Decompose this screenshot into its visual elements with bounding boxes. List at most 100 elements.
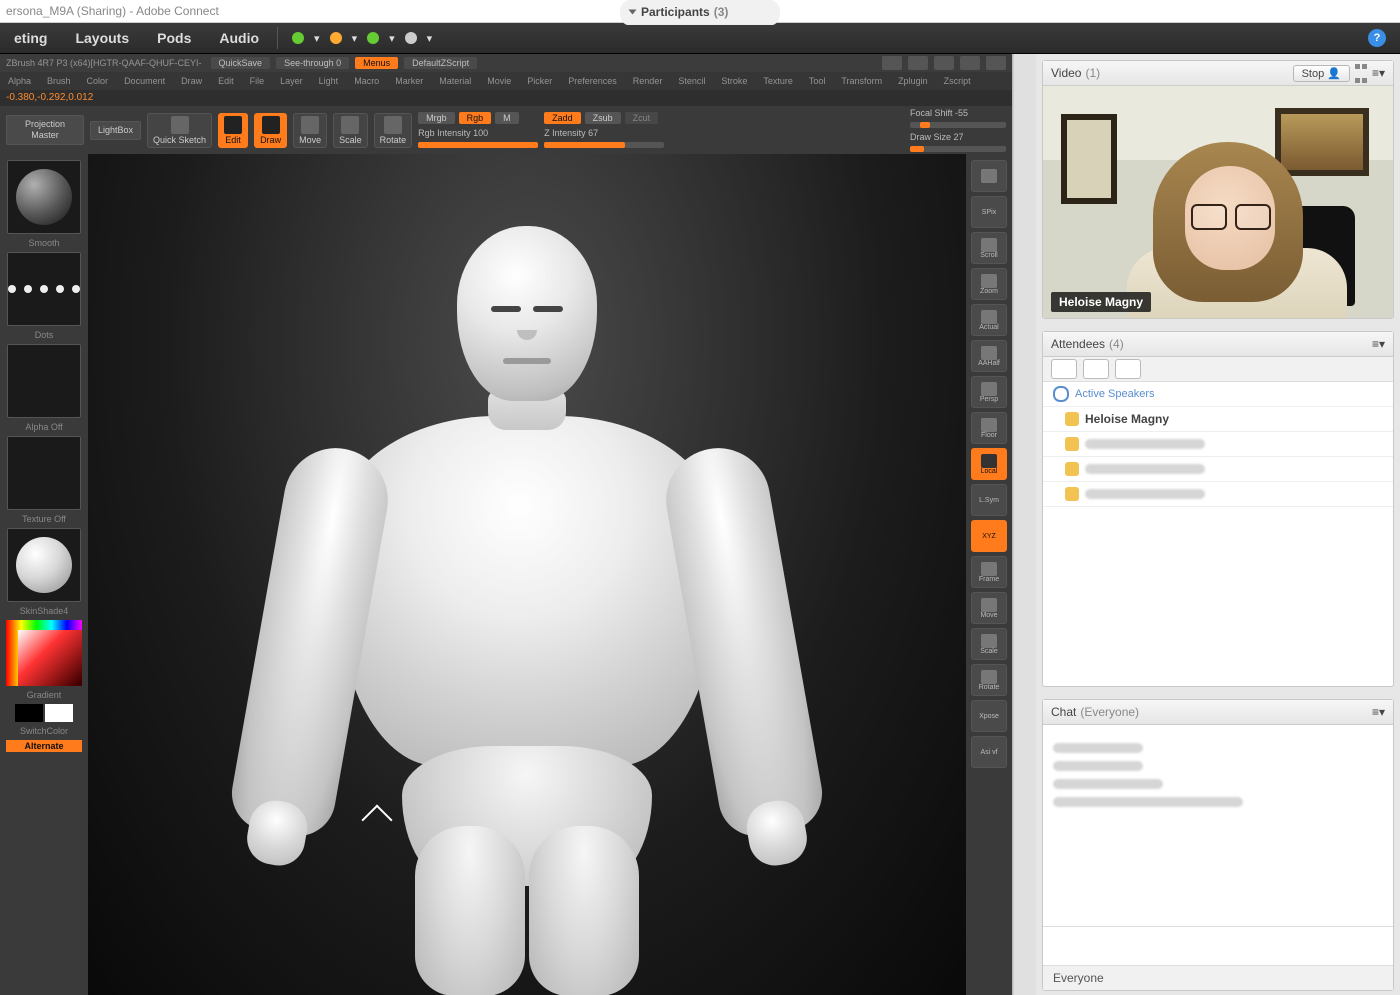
menu-layouts[interactable]: Layouts: [61, 23, 143, 53]
material-thumb[interactable]: [7, 528, 81, 602]
chat-log[interactable]: [1043, 725, 1393, 926]
menu-zscript[interactable]: Zscript: [936, 76, 979, 86]
float-icon[interactable]: [882, 56, 902, 70]
menu-transform[interactable]: Transform: [833, 76, 890, 86]
actual-button[interactable]: Actual: [971, 304, 1007, 336]
view-list-icon[interactable]: [1051, 359, 1077, 379]
speaker-status-icon[interactable]: [292, 32, 304, 44]
active-speakers-row[interactable]: Active Speakers: [1043, 382, 1393, 407]
menu-picker[interactable]: Picker: [519, 76, 560, 86]
nav-move-button[interactable]: Move: [971, 592, 1007, 624]
share-scrollbar[interactable]: [1013, 54, 1036, 995]
menu-tool[interactable]: Tool: [801, 76, 834, 86]
menu-edit[interactable]: Edit: [210, 76, 242, 86]
pod-menu-icon[interactable]: ≡▾: [1372, 66, 1385, 80]
texture-thumb[interactable]: [7, 436, 81, 510]
rgb-button[interactable]: Rgb: [459, 112, 492, 124]
menu-color[interactable]: Color: [79, 76, 117, 86]
quicksketch-button[interactable]: Quick Sketch: [147, 113, 212, 148]
viewport[interactable]: [88, 154, 966, 995]
zadd-button[interactable]: Zadd: [544, 112, 581, 124]
quicksave-button[interactable]: QuickSave: [211, 57, 271, 69]
nav-scale-button[interactable]: Scale: [971, 628, 1007, 660]
hide-icon[interactable]: [908, 56, 928, 70]
stroke-thumb[interactable]: [7, 252, 81, 326]
focal-shift-slider[interactable]: [910, 122, 1006, 128]
menu-light[interactable]: Light: [311, 76, 347, 86]
defaultscript-button[interactable]: DefaultZScript: [404, 57, 477, 69]
menu-stroke[interactable]: Stroke: [713, 76, 755, 86]
menu-file[interactable]: File: [242, 76, 273, 86]
menu-meeting[interactable]: eting: [0, 23, 61, 53]
raise-hand-icon[interactable]: [405, 32, 417, 44]
floor-button[interactable]: Floor: [971, 412, 1007, 444]
stop-video-button[interactable]: Stop 👤: [1293, 65, 1350, 82]
draw-mode-button[interactable]: Draw: [254, 113, 287, 148]
attendee-item[interactable]: [1043, 482, 1393, 507]
attendee-item[interactable]: [1043, 432, 1393, 457]
menu-alpha[interactable]: Alpha: [0, 76, 39, 86]
zcut-button[interactable]: Zcut: [625, 112, 659, 124]
menu-zplugin[interactable]: Zplugin: [890, 76, 936, 86]
local-button[interactable]: Local: [971, 448, 1007, 480]
scroll-button[interactable]: Scroll: [971, 232, 1007, 264]
rgb-intensity-slider[interactable]: [418, 142, 538, 148]
m-button[interactable]: M: [495, 112, 519, 124]
menu-layer[interactable]: Layer: [272, 76, 311, 86]
link-button[interactable]: [971, 160, 1007, 192]
rotate-mode-button[interactable]: Rotate: [374, 113, 413, 148]
draw-size-slider[interactable]: [910, 146, 1006, 152]
menu-marker[interactable]: Marker: [387, 76, 431, 86]
pod-menu-icon[interactable]: ≡▾: [1372, 705, 1385, 719]
pod-menu-icon[interactable]: ≡▾: [1372, 337, 1385, 351]
menu-brush[interactable]: Brush: [39, 76, 79, 86]
attendee-item[interactable]: [1043, 457, 1393, 482]
mrgb-button[interactable]: Mrgb: [418, 112, 455, 124]
nav-rotate-button[interactable]: Rotate: [971, 664, 1007, 696]
lsym-button[interactable]: L.Sym: [971, 484, 1007, 516]
view-breakout-icon[interactable]: [1115, 359, 1141, 379]
help-button[interactable]: ?: [1368, 29, 1386, 47]
brush-thumb[interactable]: [7, 160, 81, 234]
menu-render[interactable]: Render: [625, 76, 671, 86]
xyz-button[interactable]: XYZ: [971, 520, 1007, 552]
menu-pods[interactable]: Pods: [143, 23, 205, 53]
z-intensity-slider[interactable]: [544, 142, 664, 148]
attendee-item[interactable]: Heloise Magny: [1043, 407, 1393, 432]
move-mode-button[interactable]: Move: [293, 113, 327, 148]
spix-button[interactable]: SPix: [971, 196, 1007, 228]
mic-status-icon[interactable]: [330, 32, 342, 44]
color-picker[interactable]: [6, 620, 82, 686]
menu-stencil[interactable]: Stencil: [670, 76, 713, 86]
cam-status-icon[interactable]: [367, 32, 379, 44]
layout-grid-icon[interactable]: [1354, 59, 1368, 87]
webcam-feed[interactable]: Heloise Magny: [1043, 86, 1393, 318]
color-swatches[interactable]: [15, 704, 73, 722]
view-status-icon[interactable]: [1083, 359, 1109, 379]
lightbox-button[interactable]: LightBox: [90, 121, 141, 140]
chat-tab-everyone[interactable]: Everyone: [1043, 965, 1393, 990]
frame-button[interactable]: Frame: [971, 556, 1007, 588]
zoom-button[interactable]: Zoom: [971, 268, 1007, 300]
edit-mode-button[interactable]: Edit: [218, 113, 248, 148]
chat-input[interactable]: [1043, 926, 1393, 965]
alternate-button[interactable]: Alternate: [6, 740, 82, 752]
aahalf-button[interactable]: AAHalf: [971, 340, 1007, 372]
zsub-button[interactable]: Zsub: [585, 112, 621, 124]
min-icon[interactable]: [934, 56, 954, 70]
menu-movie[interactable]: Movie: [479, 76, 519, 86]
persp-button[interactable]: Persp: [971, 376, 1007, 408]
menus-toggle[interactable]: Menus: [355, 57, 398, 69]
max-icon[interactable]: [960, 56, 980, 70]
seethrough-slider[interactable]: See-through 0: [276, 57, 349, 69]
menu-draw[interactable]: Draw: [173, 76, 210, 86]
asivf-button[interactable]: Asi vf: [971, 736, 1007, 768]
menu-texture[interactable]: Texture: [755, 76, 801, 86]
projection-master-button[interactable]: Projection Master: [6, 115, 84, 145]
menu-audio[interactable]: Audio: [205, 23, 273, 53]
menu-preferences[interactable]: Preferences: [560, 76, 625, 86]
xpose-button[interactable]: Xpose: [971, 700, 1007, 732]
menu-material[interactable]: Material: [431, 76, 479, 86]
alpha-thumb[interactable]: [7, 344, 81, 418]
menu-macro[interactable]: Macro: [346, 76, 387, 86]
